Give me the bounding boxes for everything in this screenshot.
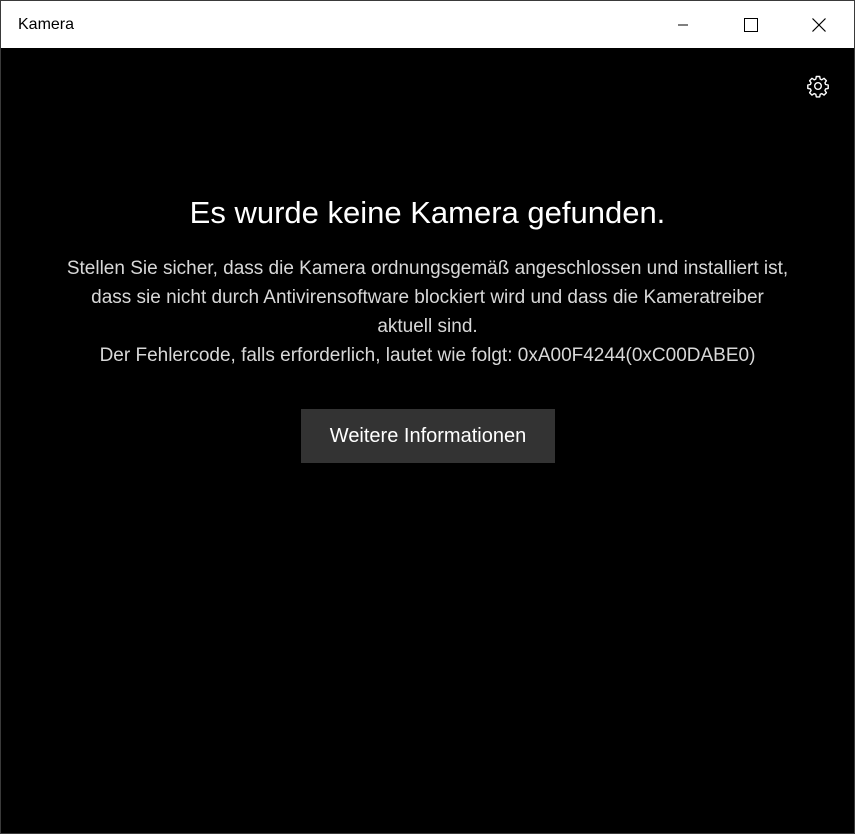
error-code-line: Der Fehlercode, falls erforderlich, laut…	[99, 345, 756, 366]
error-heading: Es wurde keine Kamera gefunden.	[189, 195, 666, 230]
more-info-button[interactable]: Weitere Informationen	[301, 409, 555, 463]
window-title: Kamera	[18, 16, 75, 33]
error-message: Stellen Sie sicher, dass die Kamera ordn…	[1, 254, 854, 370]
camera-content: Es wurde keine Kamera gefunden. Stellen …	[1, 48, 854, 833]
error-message-line: aktuell sind.	[377, 316, 478, 337]
title-bar[interactable]: Kamera	[1, 1, 854, 48]
settings-button[interactable]	[804, 72, 832, 100]
camera-window: Kamera Es wurde keine Kamera gefunden. S…	[0, 0, 855, 834]
close-button[interactable]	[785, 1, 853, 48]
gear-icon	[807, 75, 829, 98]
close-icon	[812, 17, 826, 32]
error-message-line: dass sie nicht durch Antivirensoftware b…	[91, 287, 764, 308]
minimize-button[interactable]	[649, 1, 717, 48]
maximize-icon	[744, 17, 758, 32]
error-message-line: Stellen Sie sicher, dass die Kamera ordn…	[66, 258, 789, 279]
minimize-icon	[678, 24, 688, 25]
maximize-button[interactable]	[717, 1, 785, 48]
